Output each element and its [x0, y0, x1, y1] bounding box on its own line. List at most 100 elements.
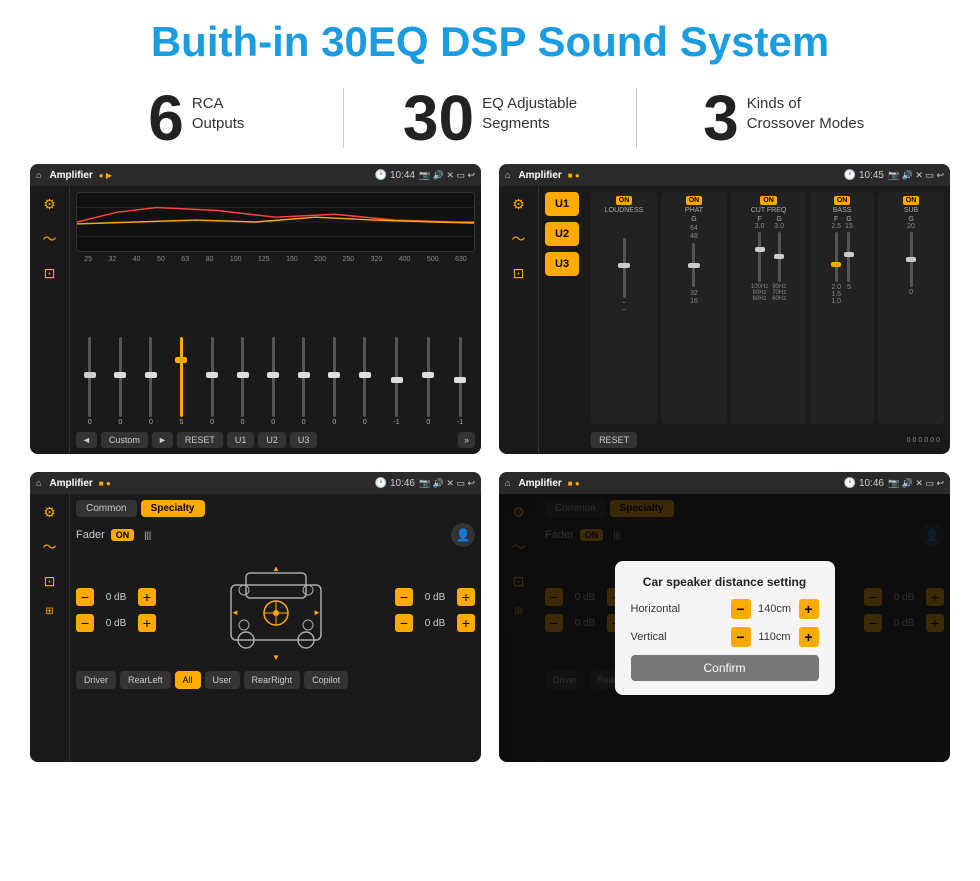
- eq-icon-2[interactable]: 〜: [43, 229, 57, 249]
- fader-status-bar: ⌂ Amplifier ■ ● 🕐 10:46 📷 🔊 ✕ ▭ ↩: [30, 472, 481, 494]
- eq-dots: ● ▶: [99, 171, 112, 180]
- u3-btn[interactable]: U3: [290, 432, 318, 448]
- eq-slider-9[interactable]: 0: [363, 267, 367, 426]
- u1-btn[interactable]: U1: [227, 432, 255, 448]
- fader-home-icon[interactable]: ⌂: [36, 478, 41, 488]
- eq-slider-12[interactable]: -1: [457, 267, 463, 426]
- fr-db-value: 0 dB: [419, 592, 451, 603]
- all-btn[interactable]: All: [175, 671, 201, 689]
- fader-screen-title: Amplifier: [49, 478, 92, 489]
- fader-dots: ■ ●: [99, 479, 111, 488]
- bass-label: BASS: [833, 207, 852, 214]
- amp-icon-2[interactable]: 〜: [512, 229, 526, 249]
- u2-select-btn[interactable]: U2: [545, 222, 579, 246]
- phat-on-badge: ON: [686, 196, 703, 205]
- eq-slider-10[interactable]: -1: [393, 267, 399, 426]
- vertical-minus-btn[interactable]: −: [731, 627, 751, 647]
- svg-text:▼: ▼: [272, 653, 280, 662]
- dialog-overlay: Car speaker distance setting Horizontal …: [499, 494, 950, 762]
- amp-time: 🕐 10:45: [844, 170, 884, 181]
- fr-plus-btn[interactable]: +: [457, 588, 475, 606]
- screens-grid: ⌂ Amplifier ● ▶ 🕐 10:44 📷 🔊 ✕ ▭ ↩ ⚙ 〜 ⊡: [0, 164, 980, 772]
- cutfreq-label: CUT FREQ: [751, 207, 787, 214]
- dialog-dots: ■ ●: [568, 479, 580, 488]
- more-btn[interactable]: »: [458, 432, 475, 448]
- eq-screen-card: ⌂ Amplifier ● ▶ 🕐 10:44 📷 🔊 ✕ ▭ ↩ ⚙ 〜 ⊡: [30, 164, 481, 454]
- copilot-btn[interactable]: Copilot: [304, 671, 348, 689]
- next-arrow-btn[interactable]: ►: [152, 432, 173, 448]
- fader-icon-2[interactable]: 〜: [43, 537, 57, 557]
- eq-slider-4[interactable]: 0: [210, 267, 214, 426]
- rl-plus-btn[interactable]: +: [138, 614, 156, 632]
- eq-icon-3[interactable]: ⊡: [44, 265, 56, 282]
- amp-status-icons: 📷 🔊 ✕ ▭ ↩: [888, 170, 944, 181]
- confirm-button[interactable]: Confirm: [631, 655, 819, 681]
- eq-slider-6[interactable]: 0: [271, 267, 275, 426]
- fader-profile-icon[interactable]: 👤: [451, 523, 475, 547]
- fl-minus-btn[interactable]: −: [76, 588, 94, 606]
- stat-divider-1: [343, 88, 344, 148]
- u3-select-btn[interactable]: U3: [545, 252, 579, 276]
- eq-slider-7[interactable]: 0: [302, 267, 306, 426]
- eq-slider-2[interactable]: 0: [149, 267, 153, 426]
- eq-icon-1[interactable]: ⚙: [43, 196, 56, 213]
- eq-slider-11[interactable]: 0: [426, 267, 430, 426]
- rr-plus-btn[interactable]: +: [457, 614, 475, 632]
- rearleft-btn[interactable]: RearLeft: [120, 671, 171, 689]
- fader-sidebar: ⚙ 〜 ⊡ ⊞: [30, 494, 70, 762]
- fader-on-badge: ON: [111, 529, 135, 541]
- horizontal-plus-btn[interactable]: +: [799, 599, 819, 619]
- dialog-box: Car speaker distance setting Horizontal …: [615, 561, 835, 695]
- home-icon[interactable]: ⌂: [36, 170, 41, 180]
- loudness-on-badge: ON: [616, 196, 633, 205]
- dialog-screen-title: Amplifier: [518, 478, 561, 489]
- eq-slider-0[interactable]: 0: [88, 267, 92, 426]
- fr-minus-btn[interactable]: −: [395, 588, 413, 606]
- specialty-tab[interactable]: Specialty: [141, 500, 205, 517]
- eq-slider-3[interactable]: 5: [180, 267, 184, 426]
- u2-btn[interactable]: U2: [258, 432, 286, 448]
- eq-slider-5[interactable]: 0: [241, 267, 245, 426]
- horizontal-minus-btn[interactable]: −: [731, 599, 751, 619]
- fader-screen-card: ⌂ Amplifier ■ ● 🕐 10:46 📷 🔊 ✕ ▭ ↩ ⚙ 〜 ⊡ …: [30, 472, 481, 762]
- reset-btn[interactable]: RESET: [177, 432, 223, 448]
- svg-text:►: ►: [313, 608, 321, 617]
- common-tab[interactable]: Common: [76, 500, 137, 517]
- vertical-label: Vertical: [631, 631, 701, 643]
- svg-text:▲: ▲: [272, 564, 280, 573]
- svg-text:◄: ◄: [231, 608, 239, 617]
- eq-slider-1[interactable]: 0: [118, 267, 122, 426]
- stat-crossover: 3 Kinds ofCrossover Modes: [647, 86, 920, 150]
- prev-arrow-btn[interactable]: ◄: [76, 432, 97, 448]
- dialog-home-icon[interactable]: ⌂: [505, 478, 510, 488]
- u1-select-btn[interactable]: U1: [545, 192, 579, 216]
- page-title: Buith-in 30EQ DSP Sound System: [0, 0, 980, 76]
- stat-label-rca: RCAOutputs: [192, 86, 245, 133]
- cutfreq-on-badge: ON: [760, 196, 777, 205]
- fader-icon-3[interactable]: ⊡: [44, 573, 56, 590]
- rl-minus-btn[interactable]: −: [76, 614, 94, 632]
- amp-home-icon[interactable]: ⌂: [505, 170, 510, 180]
- eq-freq-labels: 253240506380100125160200250320400500630: [76, 256, 475, 263]
- dialog-status-bar: ⌂ Amplifier ■ ● 🕐 10:46 📷 🔊 ✕ ▭ ↩: [499, 472, 950, 494]
- amp-status-bar: ⌂ Amplifier ■ ● 🕐 10:45 📷 🔊 ✕ ▭ ↩: [499, 164, 950, 186]
- amp-icon-3[interactable]: ⊡: [513, 265, 525, 282]
- dialog-time: 🕐 10:46: [844, 478, 884, 489]
- stat-number-rca: 6: [148, 86, 184, 150]
- amp-dots: ■ ●: [568, 171, 580, 180]
- fader-icon-4[interactable]: ⊞: [45, 606, 53, 617]
- eq-slider-8[interactable]: 0: [332, 267, 336, 426]
- driver-btn[interactable]: Driver: [76, 671, 116, 689]
- sub-label: SUB: [904, 207, 918, 214]
- vertical-plus-btn[interactable]: +: [799, 627, 819, 647]
- user-btn[interactable]: User: [205, 671, 240, 689]
- rr-minus-btn[interactable]: −: [395, 614, 413, 632]
- car-diagram: ◄ ► ▲ ▼: [164, 555, 387, 665]
- amp-screen-title: Amplifier: [518, 170, 561, 181]
- preset-label-btn[interactable]: Custom: [101, 432, 148, 448]
- amp-reset-btn[interactable]: RESET: [591, 432, 637, 448]
- fader-icon-1[interactable]: ⚙: [43, 504, 56, 521]
- rearright-btn[interactable]: RearRight: [244, 671, 301, 689]
- amp-icon-1[interactable]: ⚙: [512, 196, 525, 213]
- fl-plus-btn[interactable]: +: [138, 588, 156, 606]
